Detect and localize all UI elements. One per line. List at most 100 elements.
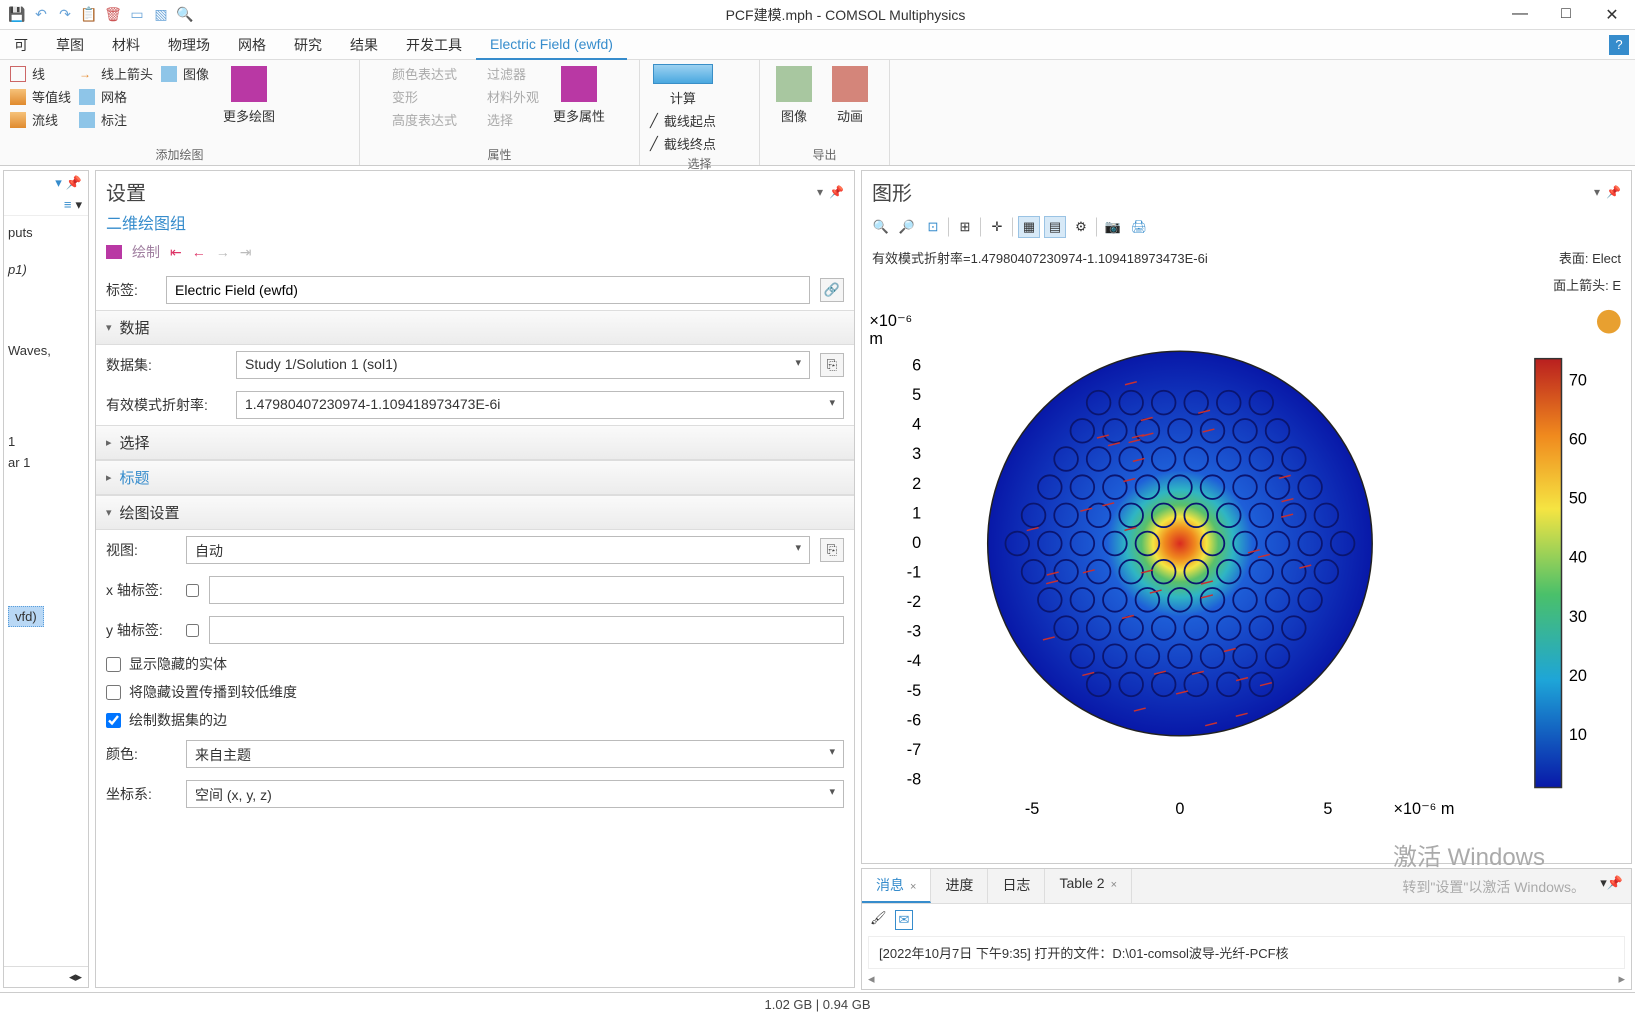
xaxis-check[interactable] — [186, 584, 199, 597]
copy-icon[interactable]: 📋 — [80, 6, 98, 24]
tree-item[interactable]: ar 1 — [8, 452, 84, 473]
attr-filter: 过滤器 — [465, 64, 539, 83]
propagate-hidden-check[interactable] — [106, 685, 121, 700]
mail-icon[interactable]: ✉ — [895, 910, 914, 930]
message-entry: [2022年10月7日 下午9:35] 打开的文件：D:\01-comsol波导… — [868, 936, 1625, 969]
scroll-left-icon[interactable]: ◂ — [868, 971, 875, 987]
lasso-select-icon[interactable]: ▧ — [152, 6, 170, 24]
nav-first-icon[interactable]: ⇤ — [170, 244, 182, 261]
yaxis-input[interactable] — [209, 616, 844, 644]
pin-icon[interactable]: 📌 — [1607, 875, 1623, 890]
more-attrs-button[interactable]: 更多属性 — [547, 64, 611, 127]
graphics-toolbar: 🔍 🔎 ⊡ ⊞ ✛ ▦ ▤ ⚙ 📷 🖨 — [862, 210, 1631, 244]
plot-contour[interactable]: 等值线 — [10, 87, 71, 106]
tree-item-selected[interactable]: vfd) — [8, 603, 84, 630]
help-button[interactable]: ? — [1609, 35, 1629, 55]
tag-link-icon[interactable]: 🔗 — [820, 278, 844, 302]
section-select[interactable]: 选择 — [96, 425, 854, 460]
more-plots-button[interactable]: 更多绘图 — [217, 64, 281, 127]
tree-item[interactable]: p1) — [8, 259, 84, 280]
print-icon[interactable]: 🖨 — [1128, 216, 1150, 238]
zoom-select-icon[interactable]: 🔍 — [176, 6, 194, 24]
pin-icon[interactable]: 📌 — [66, 175, 82, 191]
yaxis-check[interactable] — [186, 624, 199, 637]
nav-prev-icon[interactable]: ← — [192, 244, 206, 260]
section-data[interactable]: 数据 — [96, 310, 854, 345]
tree-item[interactable]: 1 — [8, 431, 84, 452]
dataset-select[interactable]: Study 1/Solution 1 (sol1) — [236, 351, 810, 379]
tab-devtools[interactable]: 开发工具 — [392, 29, 476, 61]
svg-text:×10⁻⁶ m: ×10⁻⁶ m — [1394, 800, 1455, 818]
plot-edges-check[interactable] — [106, 713, 121, 728]
tree-collapse-icon[interactable]: ▾ — [55, 175, 62, 191]
tree-view-icon[interactable]: ≡ — [64, 197, 72, 213]
export-anim-button[interactable]: 动画 — [826, 64, 874, 127]
plot-canvas[interactable]: ×10⁻⁶ m 654 321 0-1-2 -3-4-5 -6-7-8 — [862, 298, 1631, 863]
zoom-out-icon[interactable]: 🔎 — [896, 216, 918, 238]
zoom-in-icon[interactable]: 🔍 — [870, 216, 892, 238]
coord-select[interactable]: 空间 (x, y, z) — [186, 780, 844, 808]
scroll-right-icon[interactable]: ▸ — [75, 969, 82, 985]
section-title[interactable]: 标题 — [96, 460, 854, 495]
close-button[interactable]: ✕ — [1589, 5, 1635, 25]
tree-item[interactable]: Waves, — [8, 340, 84, 361]
draw-button[interactable]: 绘制 — [132, 242, 160, 262]
tab-mesh[interactable]: 网格 — [224, 29, 280, 61]
plot-streamline[interactable]: 流线 — [10, 110, 71, 129]
tab-log[interactable]: 日志 — [988, 869, 1045, 903]
axes-icon[interactable]: ✛ — [986, 216, 1008, 238]
tag-input[interactable] — [166, 276, 810, 304]
save-icon[interactable]: 💾 — [8, 6, 26, 24]
section-plotsettings[interactable]: 绘图设置 — [96, 495, 854, 530]
view-select[interactable]: 自动 — [186, 536, 810, 564]
tab-results[interactable]: 结果 — [336, 29, 392, 61]
redo-icon[interactable]: ↷ — [56, 6, 74, 24]
scene-light-icon[interactable]: ▦ — [1018, 216, 1040, 238]
camera-icon[interactable]: ⚙ — [1070, 216, 1092, 238]
xaxis-input[interactable] — [209, 576, 844, 604]
svg-text:-1: -1 — [907, 564, 921, 582]
zoom-box-icon[interactable]: ⊡ — [922, 216, 944, 238]
plot-annotation[interactable]: 标注 — [79, 110, 153, 129]
view-goto-icon[interactable]: ⎘ — [820, 538, 844, 562]
export-image-button[interactable]: 图像 — [770, 64, 818, 127]
zoom-extents-icon[interactable]: ⊞ — [954, 216, 976, 238]
compute-button[interactable]: 计算 — [650, 64, 716, 107]
dataset-goto-icon[interactable]: ⎘ — [820, 353, 844, 377]
tab-messages[interactable]: 消息× — [862, 869, 931, 903]
plot-linearrow[interactable]: 线上箭头 — [79, 64, 153, 83]
tab-progress[interactable]: 进度 — [931, 869, 988, 903]
tab-electric-field[interactable]: Electric Field (ewfd) — [476, 30, 627, 60]
tab-table2[interactable]: Table 2× — [1045, 869, 1132, 903]
show-hidden-check[interactable] — [106, 657, 121, 672]
snapshot-icon[interactable]: 📷 — [1102, 216, 1124, 238]
tab-sketch[interactable]: 草图 — [42, 29, 98, 61]
plot-icon[interactable] — [106, 245, 122, 259]
tree-opt-icon[interactable]: ▾ — [75, 197, 82, 213]
tab-geometry[interactable]: 可 — [0, 29, 42, 61]
plot-mesh[interactable]: 网格 — [79, 87, 153, 106]
delete-icon[interactable]: 🗑 — [104, 6, 122, 24]
cut-end[interactable]: ╱截线终点 — [650, 134, 716, 153]
undo-icon[interactable]: ↶ — [32, 6, 50, 24]
pin-icon[interactable]: 📌 — [1606, 185, 1621, 199]
ribbon: 线 等值线 流线 线上箭头 网格 标注 图像 更多绘图 添加绘图 颜色表达式 变… — [0, 60, 1635, 166]
tab-physics[interactable]: 物理场 — [154, 29, 224, 61]
color-select[interactable]: 来自主题 — [186, 740, 844, 768]
minimize-button[interactable]: — — [1497, 5, 1543, 25]
effindex-select[interactable]: 1.47980407230974-1.109418973473E-6i — [236, 391, 844, 419]
brush-icon[interactable]: 🖌 — [870, 910, 887, 930]
tab-study[interactable]: 研究 — [280, 29, 336, 61]
plot-image[interactable]: 图像 — [161, 64, 209, 83]
tree-item[interactable]: puts — [8, 222, 84, 243]
tab-materials[interactable]: 材料 — [98, 29, 154, 61]
rect-select-icon[interactable]: ▭ — [128, 6, 146, 24]
scroll-right-icon[interactable]: ▸ — [1618, 971, 1625, 987]
grid-icon[interactable]: ▤ — [1044, 216, 1066, 238]
dropdown-icon[interactable]: ▾ — [1594, 185, 1600, 199]
plot-line[interactable]: 线 — [10, 64, 71, 83]
maximize-button[interactable]: □ — [1543, 5, 1589, 25]
dropdown-icon[interactable]: ▾ — [817, 185, 823, 199]
cut-start[interactable]: ╱截线起点 — [650, 111, 716, 130]
pin-icon[interactable]: 📌 — [829, 185, 844, 199]
